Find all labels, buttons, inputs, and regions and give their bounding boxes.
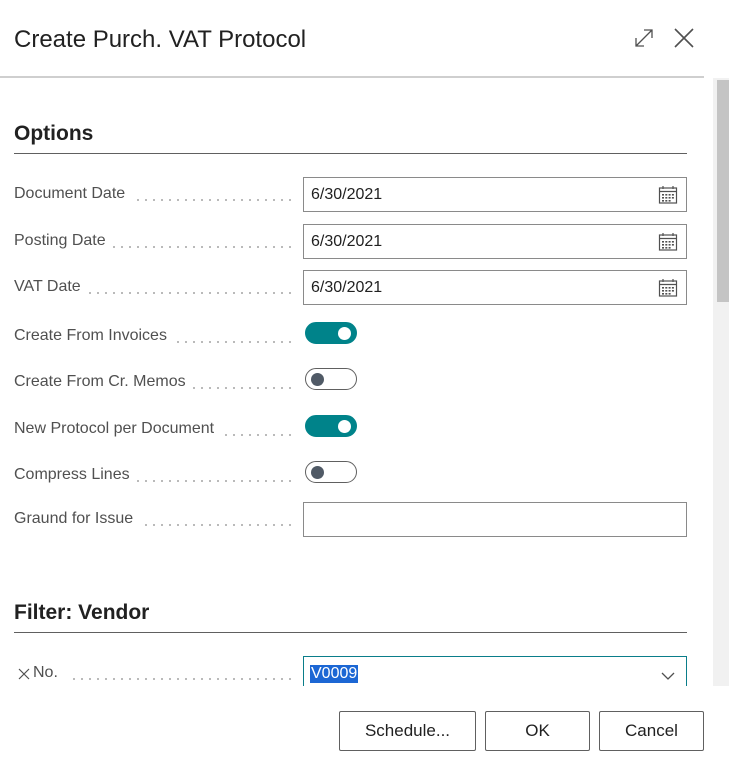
calendar-icon[interactable] bbox=[658, 185, 678, 205]
field-create-from-invoices: Create From Invoices bbox=[0, 319, 712, 355]
remove-filter-icon[interactable] bbox=[18, 667, 30, 680]
compress-lines-label: Compress Lines bbox=[14, 466, 136, 484]
document-date-input[interactable]: 6/30/2021 bbox=[303, 177, 687, 212]
toggle-knob bbox=[311, 373, 324, 386]
toggle-knob bbox=[338, 420, 351, 433]
field-vat-date: VAT Date 6/30/2021 bbox=[0, 270, 712, 306]
scrollbar-thumb[interactable] bbox=[717, 80, 729, 302]
toggle-knob bbox=[311, 466, 324, 479]
create-from-invoices-label: Create From Invoices bbox=[14, 327, 173, 345]
field-compress-lines: Compress Lines bbox=[0, 458, 712, 494]
section-title-options: Options bbox=[14, 122, 94, 145]
cancel-button[interactable]: Cancel bbox=[599, 711, 704, 751]
field-vendor-no: No. V0009 bbox=[0, 656, 712, 686]
ground-for-issue-input[interactable] bbox=[303, 502, 687, 537]
vat-date-value: 6/30/2021 bbox=[311, 279, 383, 296]
ground-for-issue-label: Graund for Issue bbox=[14, 510, 140, 528]
section-divider-options bbox=[14, 153, 687, 154]
section-divider-filter-vendor bbox=[14, 632, 687, 633]
vendor-no-label: No. bbox=[33, 664, 64, 682]
create-from-cr-memos-toggle[interactable] bbox=[305, 368, 357, 390]
ok-button[interactable]: OK bbox=[485, 711, 590, 751]
field-document-date: Document Date 6/30/2021 bbox=[0, 177, 712, 213]
new-protocol-per-document-toggle[interactable] bbox=[305, 415, 357, 437]
field-posting-date: Posting Date 6/30/2021 bbox=[0, 224, 712, 260]
vat-date-input[interactable]: 6/30/2021 bbox=[303, 270, 687, 305]
chevron-down-icon[interactable] bbox=[660, 668, 676, 684]
label-leader-dots bbox=[70, 678, 296, 680]
calendar-icon[interactable] bbox=[658, 232, 678, 252]
field-ground-for-issue: Graund for Issue bbox=[0, 502, 712, 538]
create-from-invoices-toggle[interactable] bbox=[305, 322, 357, 344]
toggle-knob bbox=[338, 327, 351, 340]
dialog-title: Create Purch. VAT Protocol bbox=[14, 26, 307, 53]
new-protocol-per-document-label: New Protocol per Document bbox=[14, 420, 221, 438]
vendor-no-selected-value: V0009 bbox=[310, 665, 359, 683]
vendor-no-input[interactable]: V0009 bbox=[303, 656, 687, 686]
section-title-filter-vendor: Filter: Vendor bbox=[14, 601, 150, 624]
schedule-button[interactable]: Schedule... bbox=[339, 711, 476, 751]
calendar-icon[interactable] bbox=[658, 278, 678, 298]
close-icon[interactable] bbox=[670, 24, 698, 52]
posting-date-label: Posting Date bbox=[14, 232, 112, 250]
dialog-header: Create Purch. VAT Protocol bbox=[0, 0, 729, 78]
vat-date-label: VAT Date bbox=[14, 278, 87, 296]
create-from-cr-memos-label: Create From Cr. Memos bbox=[14, 373, 192, 391]
posting-date-input[interactable]: 6/30/2021 bbox=[303, 224, 687, 259]
expand-icon[interactable] bbox=[630, 24, 658, 52]
field-create-from-cr-memos: Create From Cr. Memos bbox=[0, 365, 712, 401]
dialog-content: Options Document Date 6/30/2021 Posting … bbox=[0, 78, 712, 686]
compress-lines-toggle[interactable] bbox=[305, 461, 357, 483]
field-new-protocol-per-document: New Protocol per Document bbox=[0, 412, 712, 448]
document-date-value: 6/30/2021 bbox=[311, 186, 383, 203]
document-date-label: Document Date bbox=[14, 185, 132, 203]
posting-date-value: 6/30/2021 bbox=[311, 233, 383, 250]
dialog-footer: Schedule... OK Cancel bbox=[0, 686, 729, 781]
